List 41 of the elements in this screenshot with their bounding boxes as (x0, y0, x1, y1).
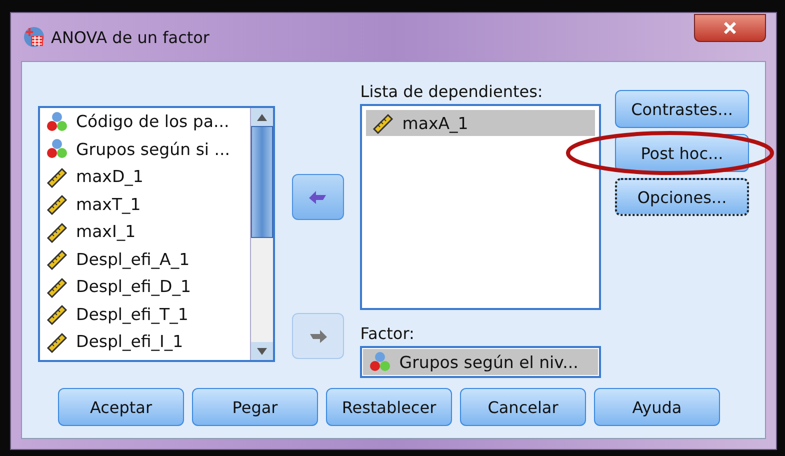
ruler-icon (372, 112, 394, 134)
window-title: ANOVA de un factor (51, 28, 211, 46)
nominal-icon (46, 110, 68, 133)
right-arrow-icon (308, 328, 328, 344)
factor-item[interactable]: Grupos según el niv... (363, 349, 598, 375)
scroll-down-icon[interactable] (256, 348, 267, 354)
dialog-button[interactable]: Aceptar (58, 388, 184, 426)
variable-item[interactable]: Despl_efi_I_1 (40, 328, 250, 356)
ruler-icon (46, 248, 68, 270)
close-button[interactable] (694, 14, 766, 42)
move-button[interactable] (292, 174, 344, 220)
variable-item[interactable]: maxD_1 (40, 163, 250, 190)
nominal-icon (46, 138, 68, 160)
ruler-icon (46, 303, 68, 326)
dependent-item[interactable]: maxA_1 (366, 110, 595, 136)
dialog-button[interactable]: Ayuda (594, 388, 720, 426)
left-arrow-icon (308, 189, 328, 205)
variable-item[interactable]: Despl_efi_D_1 (40, 273, 250, 300)
factor-label: Factor: (360, 324, 416, 345)
ruler-icon (46, 276, 68, 298)
dialog-button[interactable]: Restablecer (326, 388, 452, 426)
dependents-label: Lista de dependientes: (360, 82, 544, 103)
dialog-button[interactable]: Contrastes... (615, 90, 749, 128)
ruler-icon (46, 330, 68, 353)
variable-item[interactable]: maxT_1 (40, 190, 250, 218)
close-icon (723, 22, 737, 34)
variable-item[interactable]: maxI_1 (40, 218, 250, 246)
app-icon (23, 26, 45, 48)
dialog-button[interactable]: Cancelar (460, 388, 586, 426)
ruler-icon (46, 193, 68, 216)
variable-item[interactable]: Despl_efi_T_1 (40, 300, 250, 328)
variable-item[interactable]: Código de los pa... (40, 108, 250, 136)
ruler-icon (46, 166, 68, 188)
dialog-button[interactable]: Pegar (192, 388, 318, 426)
scrollbar[interactable] (250, 108, 273, 360)
scroll-up-icon[interactable] (256, 114, 267, 120)
ruler-icon (46, 220, 68, 243)
dialog-button[interactable]: Opciones... (615, 178, 749, 216)
variable-item[interactable]: Grupos según si ... (40, 136, 250, 163)
nominal-icon (369, 351, 392, 373)
variable-item[interactable]: Despl_efi_A_1 (40, 246, 250, 273)
